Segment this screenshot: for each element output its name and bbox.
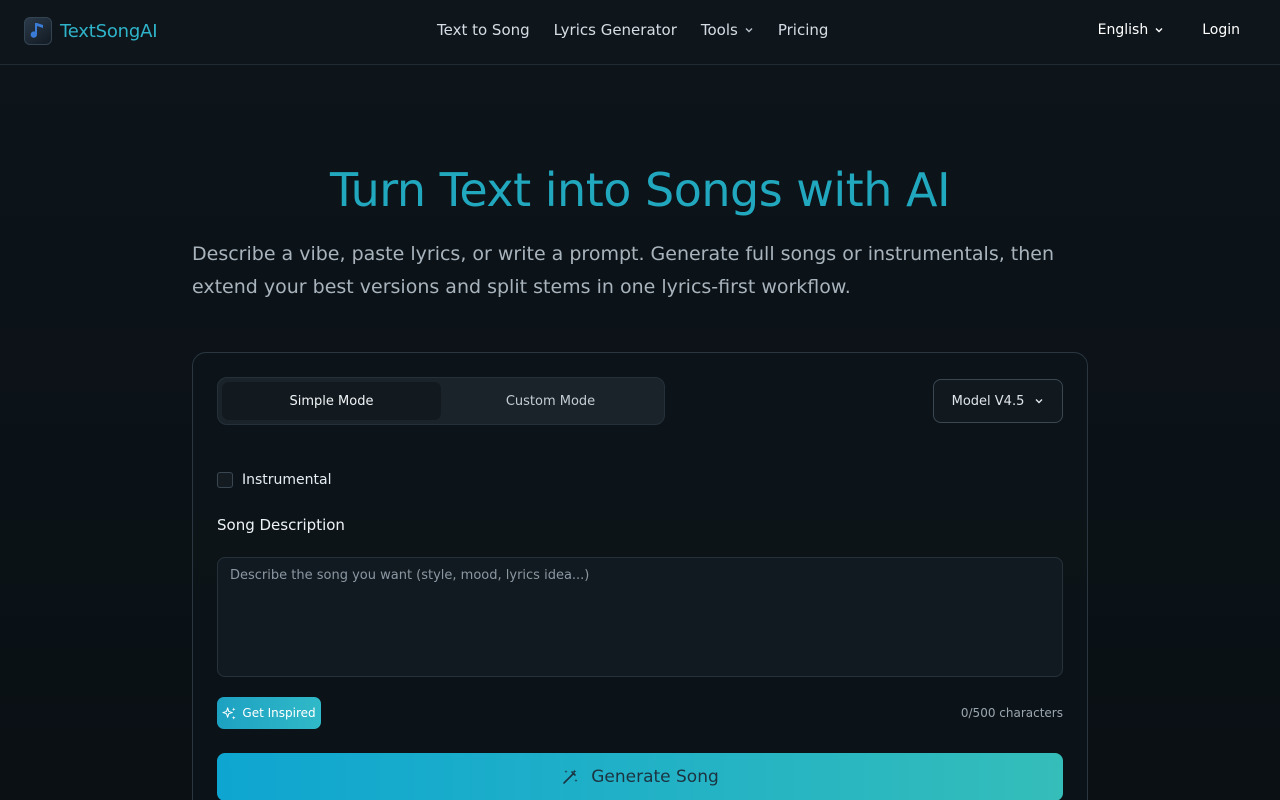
song-description-input[interactable] [217,557,1063,677]
top-nav: TextSongAI Text to Song Lyrics Generator… [0,0,1280,65]
chevron-down-icon [1155,28,1163,33]
nav-pricing[interactable]: Pricing [778,21,829,39]
hero-title: Turn Text into Songs with AI [329,163,951,217]
main-nav: Text to Song Lyrics Generator Tools Pric… [437,21,828,39]
nav-label: Lyrics Generator [553,21,677,39]
nav-right: English Login [1098,22,1240,38]
login-link[interactable]: Login [1202,22,1240,38]
nav-label: Text to Song [437,21,530,39]
brand-name: TextSongAI [60,20,158,42]
music-note-icon [24,17,52,45]
get-inspired-label: Get Inspired [242,706,316,720]
language-label: English [1097,22,1149,38]
nav-tools-dropdown[interactable]: Tools [701,21,754,39]
generate-song-label: Generate Song [591,767,719,787]
language-selector[interactable]: English [1098,22,1165,38]
song-generator-card: Simple Mode Custom Mode Model V4.5 Instr… [192,352,1088,800]
song-description-label: Song Description [217,516,345,534]
model-label: Model V4.5 [951,393,1025,409]
mode-toggle: Simple Mode Custom Mode [217,377,665,425]
sparkles-icon [222,706,236,720]
chevron-down-icon [1035,399,1043,404]
generate-song-button[interactable]: Generate Song [217,753,1063,800]
nav-label: Pricing [777,21,829,39]
nav-label: Tools [700,21,738,39]
brand-logo[interactable]: TextSongAI [24,17,158,45]
get-inspired-button[interactable]: Get Inspired [217,697,321,729]
instrumental-option[interactable]: Instrumental [217,472,332,488]
magic-wand-icon [563,769,578,784]
model-select[interactable]: Model V4.5 [933,379,1063,423]
hero-subtitle: Describe a vibe, paste lyrics, or write … [192,243,1055,298]
chevron-down-icon [745,28,753,33]
nav-lyrics-generator[interactable]: Lyrics Generator [554,21,677,39]
nav-text-to-song[interactable]: Text to Song [437,21,530,39]
tab-custom-mode[interactable]: Custom Mode [441,382,660,420]
character-count: 0/500 characters [960,706,1063,720]
instrumental-label: Instrumental [242,472,332,488]
tab-simple-mode[interactable]: Simple Mode [222,382,441,420]
instrumental-checkbox[interactable] [217,472,233,488]
